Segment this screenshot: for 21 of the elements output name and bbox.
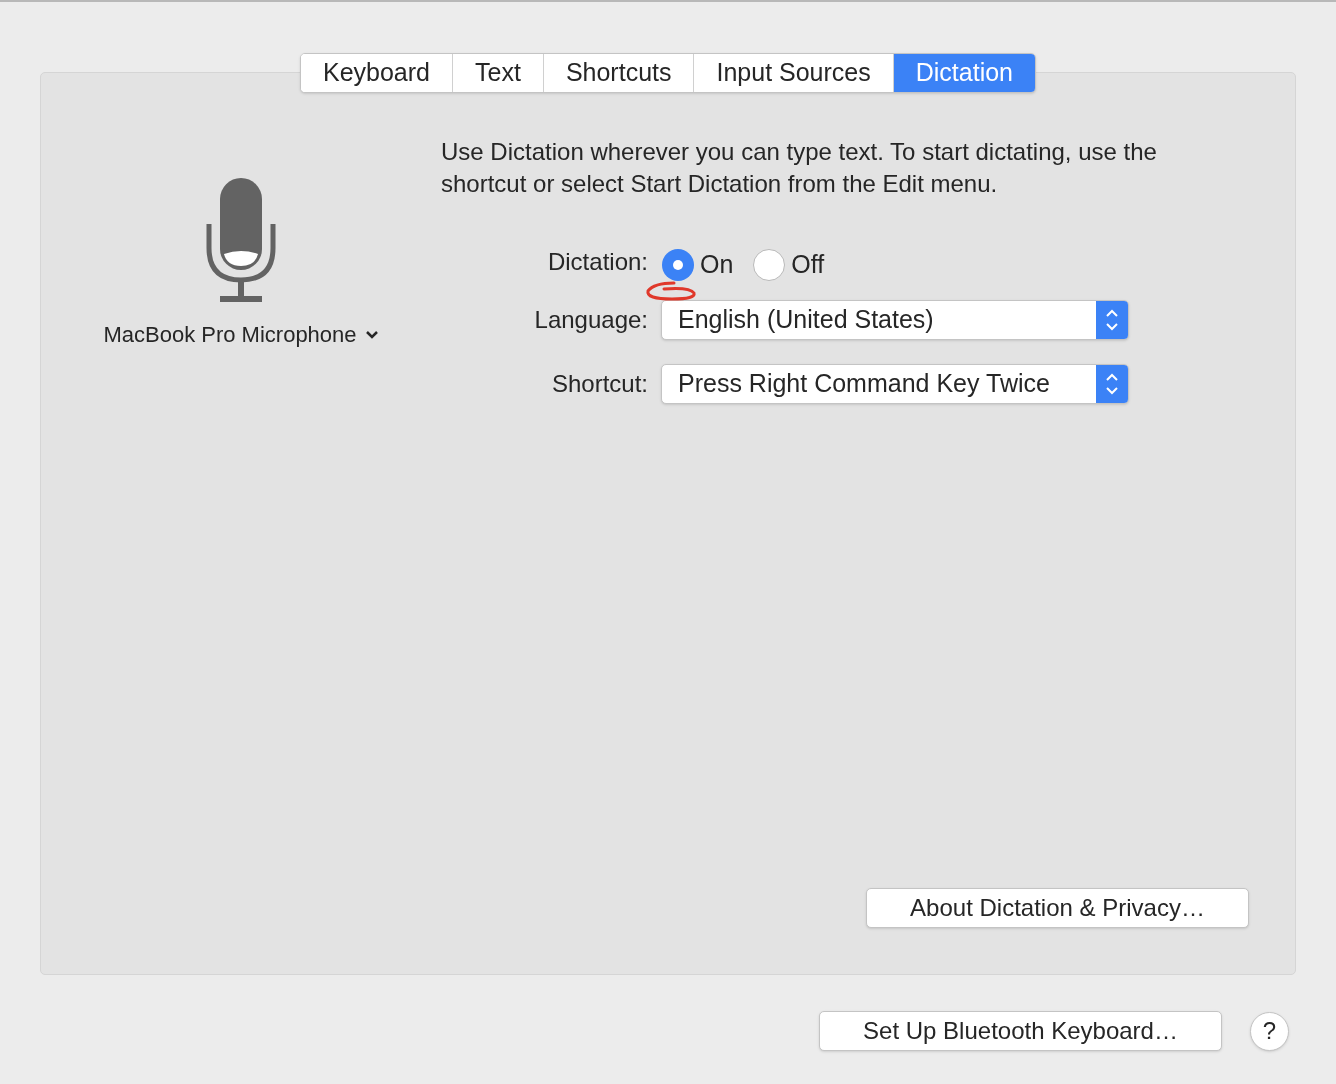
popup-label: Shortcut: [550,368,648,399]
dictation-description: Use Dictation wherever you can type text. To start dictating, use the shortcut or select Start Dictation from the Edit menu. [441,137,1158,199]
tab[interactable]: Dictation [892,54,1035,92]
dictation-radio[interactable]: Off [753,246,825,284]
microphone-dropdown[interactable]: MacBook Pro Microphone [103,318,379,351]
tab[interactable]: Input Sources [693,54,893,92]
tab[interactable]: Keyboard [301,54,452,92]
tab[interactable]: Text [452,54,543,92]
stepper-icon [1096,364,1128,403]
popup-button[interactable]: Press Right Command Key Twice [661,363,1129,404]
microphone-icon [205,178,277,304]
stepper-icon [1096,300,1128,339]
popup-label: Language: [533,304,648,335]
bluetooth-keyboard-button[interactable]: Set Up Bluetooth Keyboard… [819,1011,1222,1051]
dictation-label: Dictation: [546,246,648,277]
popup-button[interactable]: English (United States) [661,299,1129,340]
tab[interactable]: Shortcuts [542,54,694,92]
chevron-down-icon [364,329,379,340]
help-button[interactable]: ? [1250,1011,1289,1051]
about-dictation-button[interactable]: About Dictation & Privacy… [866,888,1249,928]
dictation-radio[interactable]: On [662,246,734,284]
